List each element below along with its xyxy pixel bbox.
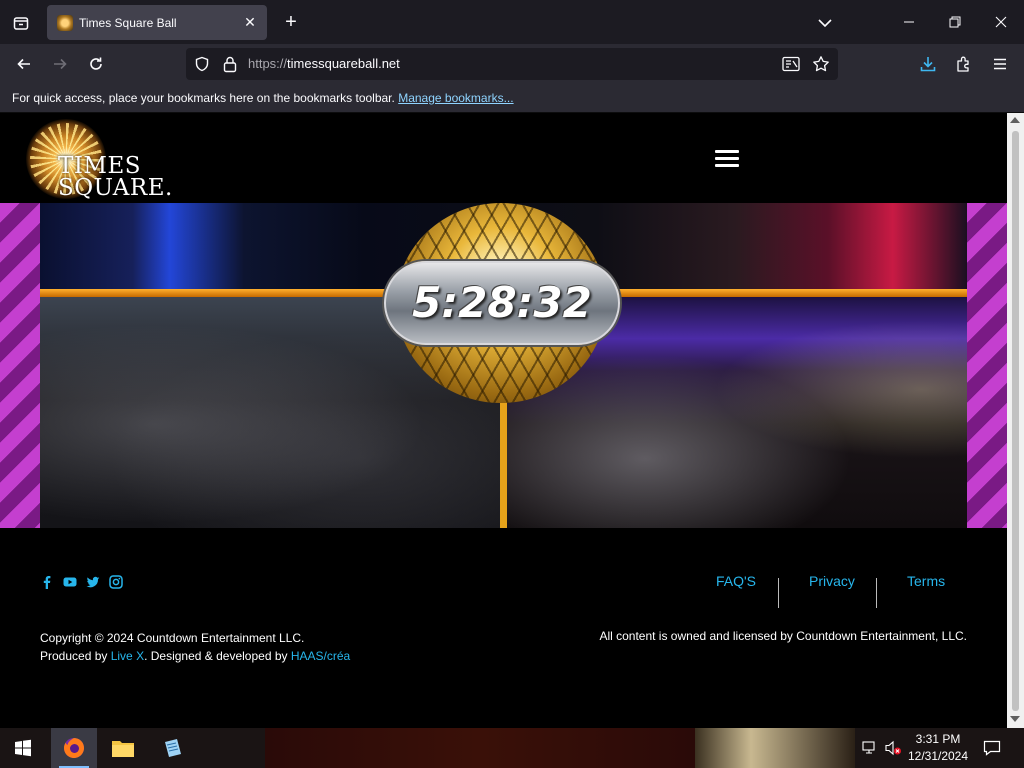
manage-bookmarks-link[interactable]: Manage bookmarks... (398, 91, 513, 105)
bookmarks-toolbar: For quick access, place your bookmarks h… (0, 84, 1024, 113)
produced-by-label: Produced by (40, 649, 111, 663)
taskbar-file-explorer[interactable] (100, 728, 146, 768)
network-icon[interactable] (860, 728, 880, 768)
page-scrollbar[interactable] (1007, 113, 1024, 728)
site-favicon-icon (57, 14, 73, 31)
restore-button[interactable] (932, 0, 978, 44)
countdown-ball: 5:28:32 (384, 203, 620, 403)
haas-crea-link[interactable]: HAAS/créa (291, 649, 350, 663)
lock-icon[interactable] (222, 55, 238, 73)
back-button[interactable] (10, 50, 38, 78)
site-header: TIMES SQUARE. (0, 113, 1007, 203)
countdown-hero: 5:28:32 (0, 203, 1007, 528)
chevron-down-icon[interactable] (814, 12, 836, 34)
privacy-link[interactable]: Privacy (809, 573, 855, 589)
bookmark-star-icon[interactable] (812, 55, 830, 73)
facebook-icon[interactable] (40, 575, 54, 589)
close-window-button[interactable] (978, 0, 1024, 44)
downloads-icon[interactable] (914, 50, 942, 78)
designed-by-label: . Designed & developed by (144, 649, 291, 663)
tab-bar: Times Square Ball ✕ + (0, 0, 1024, 44)
youtube-icon[interactable] (63, 575, 77, 589)
copyright-text: Copyright © 2024 Countdown Entertainment… (40, 631, 305, 645)
reader-view-icon[interactable] (782, 56, 800, 72)
desktop-wallpaper-strip (265, 728, 695, 768)
page-viewport: TIMES SQUARE. 5:28:32 FAQ'S Privacy Term… (0, 113, 1007, 728)
live-x-link[interactable]: Live X (111, 649, 144, 663)
twitter-icon[interactable] (86, 575, 100, 589)
scrollbar-thumb[interactable] (1012, 131, 1019, 711)
clock-time: 3:31 PM (915, 732, 961, 746)
reload-button[interactable] (82, 50, 110, 78)
navigation-toolbar: https://timessquareball.net (0, 44, 1024, 84)
windows-taskbar: 3:31 PM 12/31/2024 (0, 728, 1024, 768)
start-button[interactable] (0, 728, 46, 768)
footer-divider (876, 578, 877, 608)
desktop-wallpaper-strip (695, 728, 855, 768)
list-all-tabs-icon[interactable] (8, 10, 34, 36)
times-square-logo[interactable]: TIMES SQUARE. (26, 115, 176, 201)
forward-button[interactable] (46, 50, 74, 78)
tab-title: Times Square Ball (79, 15, 177, 30)
tracking-protection-shield-icon[interactable] (194, 56, 210, 72)
footer-divider (778, 578, 779, 608)
taskbar-firefox[interactable] (51, 728, 97, 768)
terms-link[interactable]: Terms (907, 573, 945, 589)
faqs-link[interactable]: FAQ'S (716, 573, 756, 589)
logo-word-square: SQUARE. (58, 175, 173, 201)
scroll-up-arrow-icon[interactable] (1010, 117, 1020, 123)
hamburger-menu-icon[interactable] (715, 150, 739, 168)
url-scheme: https:// (248, 56, 288, 71)
close-tab-icon[interactable]: ✕ (242, 14, 258, 30)
menu-icon[interactable] (986, 50, 1014, 78)
instagram-icon[interactable] (109, 575, 123, 589)
address-bar[interactable]: https://timessquareball.net (186, 48, 838, 80)
new-tab-button[interactable]: + (279, 10, 303, 34)
credits-line: Produced by Live X. Designed & developed… (40, 647, 350, 665)
social-links (40, 575, 123, 589)
extensions-icon[interactable] (950, 50, 978, 78)
countdown-timer: 5:28:32 (412, 278, 592, 327)
taskbar-notepad-app[interactable] (150, 728, 196, 768)
rights-text: All content is owned and licensed by Cou… (599, 629, 967, 643)
right-pattern-panel (967, 203, 1007, 528)
copyright-block: Copyright © 2024 Countdown Entertainment… (40, 629, 350, 665)
url-host: timessquareball.net (287, 56, 400, 71)
scroll-down-arrow-icon[interactable] (1010, 716, 1020, 722)
taskbar-clock[interactable]: 3:31 PM 12/31/2024 (898, 731, 978, 765)
site-footer: FAQ'S Privacy Terms Copyright © 2024 Cou… (0, 528, 1007, 728)
minimize-button[interactable] (886, 0, 932, 44)
notifications-icon[interactable] (980, 728, 1004, 768)
footer-links: FAQ'S Privacy Terms (684, 573, 968, 609)
bookmarks-hint-text: For quick access, place your bookmarks h… (12, 91, 395, 105)
left-pattern-panel (0, 203, 40, 528)
url-text[interactable]: https://timessquareball.net (248, 56, 400, 71)
clock-date: 12/31/2024 (907, 749, 969, 763)
tab-times-square-ball[interactable]: Times Square Ball ✕ (47, 5, 267, 40)
